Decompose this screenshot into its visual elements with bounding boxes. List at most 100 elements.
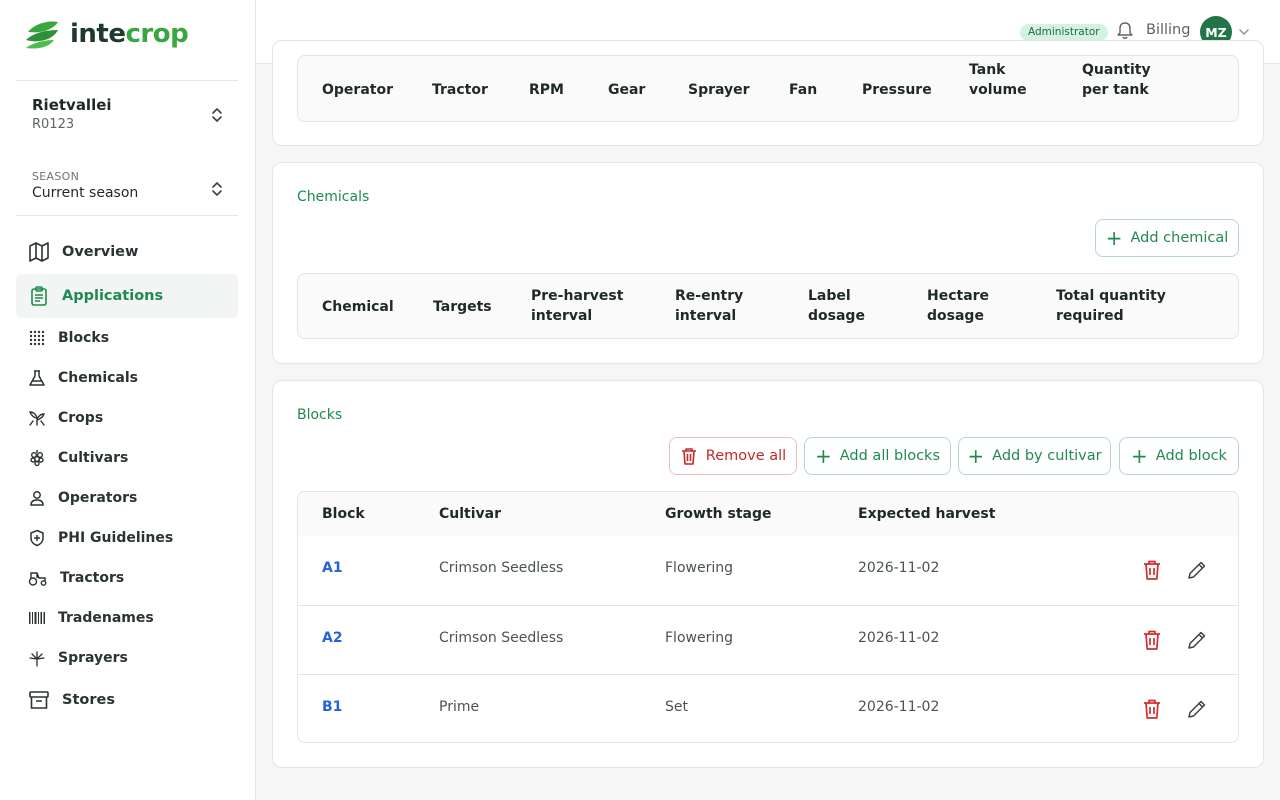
table-row: B1 Prime Set 2026-11-02 — [298, 674, 1238, 742]
sidebar-item-applications[interactable]: Applications — [16, 274, 238, 318]
expected-harvest-cell: 2026-11-02 — [858, 560, 940, 576]
farm-name: Rietvallei — [32, 96, 112, 114]
cultivar-cell: Crimson Seedless — [439, 630, 564, 646]
barcode-icon — [29, 612, 45, 624]
sprayer-icon — [29, 651, 45, 667]
pencil-icon[interactable] — [1185, 628, 1207, 652]
remove-all-button[interactable]: Remove all — [669, 437, 797, 475]
add-chemical-label: Add chemical — [1130, 230, 1229, 246]
sidebar-item-overview[interactable]: Overview — [16, 230, 238, 274]
chemicals-table-header: Chemical Targets Pre-harvest interval Re… — [297, 273, 1239, 339]
sprout-icon — [29, 411, 45, 426]
logo-leaf-icon — [26, 21, 58, 49]
growth-stage-cell: Flowering — [665, 560, 733, 576]
plus-icon: + — [814, 444, 832, 468]
pencil-icon[interactable] — [1185, 558, 1207, 582]
sidebar-item-label: Tractors — [60, 570, 125, 586]
column-header-pre-harvest-interval: Pre-harvest interval — [531, 288, 624, 324]
map-icon — [29, 242, 49, 262]
sidebar-item-crops[interactable]: Crops — [16, 398, 238, 438]
chevron-down-icon[interactable] — [1238, 26, 1250, 38]
billing-link[interactable]: Billing — [1146, 22, 1190, 38]
sidebar-item-tractors[interactable]: Tractors — [16, 558, 238, 598]
add-block-button[interactable]: + Add block — [1119, 437, 1239, 475]
pencil-icon[interactable] — [1185, 697, 1207, 721]
equipment-card: Operator Tractor RPM Gear Sprayer Fan Pr… — [272, 40, 1264, 146]
plus-icon: + — [967, 444, 985, 468]
flask-icon — [29, 370, 45, 386]
season-selector[interactable]: SEASON Current season — [16, 168, 238, 210]
sidebar-item-blocks[interactable]: Blocks — [16, 318, 238, 358]
archive-icon — [29, 691, 49, 709]
expected-harvest-cell: 2026-11-02 — [858, 699, 940, 715]
column-header-rpm: RPM — [529, 82, 564, 98]
column-header-expected-harvest: Expected harvest — [858, 506, 996, 522]
column-header-sprayer: Sprayer — [688, 82, 750, 98]
bell-icon[interactable] — [1116, 20, 1134, 40]
column-header-block: Block — [322, 506, 365, 522]
trash-icon[interactable] — [1141, 558, 1163, 582]
plus-icon: + — [1105, 226, 1123, 250]
logo-prefix: inte — [70, 19, 126, 49]
sidebar-item-cultivars[interactable]: Cultivars — [16, 438, 238, 478]
column-header-hectare-dosage: Hectare dosage — [927, 288, 990, 324]
grid-icon — [29, 330, 45, 346]
block-link[interactable]: B1 — [322, 699, 342, 715]
column-header-label-dosage: Label dosage — [808, 288, 865, 324]
sidebar-item-label: Chemicals — [58, 370, 139, 386]
shield-icon — [30, 529, 44, 547]
add-chemical-button[interactable]: + Add chemical — [1095, 219, 1239, 257]
sidebar-item-phi-guidelines[interactable]: PHI Guidelines — [16, 518, 238, 558]
sidebar-item-label: Overview — [62, 244, 139, 260]
tractor-icon — [28, 572, 47, 586]
sidebar-item-operators[interactable]: Operators — [16, 478, 238, 518]
add-by-cultivar-label: Add by cultivar — [992, 448, 1102, 464]
column-header-pressure: Pressure — [862, 82, 932, 98]
sidebar-item-stores[interactable]: Stores — [16, 678, 238, 722]
expected-harvest-cell: 2026-11-02 — [858, 630, 940, 646]
chemicals-title: Chemicals — [297, 189, 370, 205]
trash-icon — [681, 448, 696, 465]
sidebar-item-sprayers[interactable]: Sprayers — [16, 638, 238, 678]
add-all-blocks-button[interactable]: + Add all blocks — [804, 437, 951, 475]
sidebar-item-label: Crops — [58, 410, 104, 426]
sidebar-item-label: Blocks — [58, 330, 110, 346]
column-header-growth-stage: Growth stage — [665, 506, 772, 522]
sidebar-item-chemicals[interactable]: Chemicals — [16, 358, 238, 398]
column-header-operator: Operator — [322, 82, 393, 98]
blocks-title: Blocks — [297, 407, 343, 423]
logo-suffix: crop — [125, 19, 189, 49]
trash-icon[interactable] — [1141, 697, 1163, 721]
farm-code: R0123 — [32, 117, 75, 132]
logo[interactable]: intecrop — [24, 16, 189, 52]
sidebar-item-label: Operators — [58, 490, 138, 506]
add-all-blocks-label: Add all blocks — [839, 448, 941, 464]
blocks-table: Block Cultivar Growth stage Expected har… — [297, 491, 1239, 743]
block-link[interactable]: A1 — [322, 560, 343, 576]
table-row: A2 Crimson Seedless Flowering 2026-11-02 — [298, 605, 1238, 674]
sidebar-divider — [16, 80, 238, 81]
column-header-chemical: Chemical — [322, 299, 394, 315]
trash-icon[interactable] — [1141, 628, 1163, 652]
grape-icon — [30, 450, 44, 467]
sidebar-item-label: Sprayers — [58, 650, 128, 666]
chevron-up-down-icon — [212, 108, 222, 122]
column-header-fan: Fan — [789, 82, 818, 98]
sidebar-item-tradenames[interactable]: Tradenames — [16, 598, 238, 638]
sidebar-item-label: Applications — [62, 288, 164, 304]
chevron-up-down-icon — [212, 182, 222, 196]
role-badge: Administrator — [1020, 24, 1108, 41]
block-link[interactable]: A2 — [322, 630, 343, 646]
add-by-cultivar-button[interactable]: + Add by cultivar — [958, 437, 1111, 475]
equipment-table-header: Operator Tractor RPM Gear Sprayer Fan Pr… — [297, 55, 1239, 122]
growth-stage-cell: Flowering — [665, 630, 733, 646]
cultivar-cell: Crimson Seedless — [439, 560, 564, 576]
season-label: SEASON — [32, 170, 80, 183]
plus-icon: + — [1131, 444, 1148, 468]
column-header-tank-volume: Tank volume — [969, 62, 1027, 98]
season-value: Current season — [32, 185, 139, 201]
column-header-cultivar: Cultivar — [439, 506, 502, 522]
sidebar-item-label: Stores — [62, 692, 115, 708]
farm-selector[interactable]: Rietvallei R0123 — [16, 90, 238, 140]
column-header-tractor: Tractor — [432, 82, 488, 98]
